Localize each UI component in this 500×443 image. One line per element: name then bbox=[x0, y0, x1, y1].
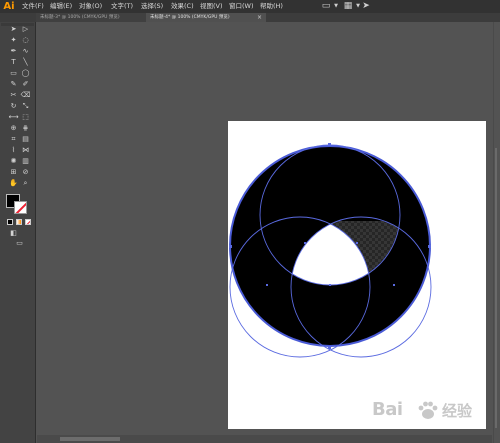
rectangle-tool-icon[interactable]: ▭ bbox=[8, 68, 19, 78]
paw-icon bbox=[418, 401, 438, 419]
tab-label: 未标题-3* @ 100% (CMYK/GPU 预览) bbox=[40, 15, 120, 20]
grid-icon[interactable]: ▦ bbox=[342, 1, 354, 12]
shape-builder-icon[interactable]: ⊕ bbox=[8, 123, 19, 133]
artwork-svg[interactable] bbox=[228, 121, 486, 429]
mesh-tool-icon[interactable]: ⌗ bbox=[8, 134, 19, 144]
tab-label: 未标题-4* @ 100% (CMYK/GPU 预览) bbox=[150, 15, 230, 20]
anchor-point[interactable] bbox=[329, 284, 331, 286]
graph-tool-icon[interactable]: ▥ bbox=[20, 156, 31, 166]
line-tool-icon[interactable]: ╲ bbox=[20, 57, 31, 67]
menu-bar: Ai 文件(F) 编辑(E) 对象(O) 文字(T) 选择(S) 效果(C) 视… bbox=[0, 0, 500, 13]
pen-tool-icon[interactable]: ✒ bbox=[8, 46, 19, 56]
anchor-point[interactable] bbox=[266, 284, 268, 286]
anchor-point[interactable] bbox=[304, 242, 306, 244]
menu-edit[interactable]: 编辑(E) bbox=[50, 0, 72, 13]
color-mode-icon[interactable] bbox=[7, 219, 13, 225]
menu-help[interactable]: 帮助(H) bbox=[260, 0, 283, 13]
send-icon[interactable]: ➤ bbox=[360, 1, 372, 12]
watermark-text: Bai bbox=[372, 399, 403, 420]
menu-file[interactable]: 文件(F) bbox=[22, 0, 44, 13]
menu-view[interactable]: 视图(V) bbox=[200, 0, 223, 13]
eraser-icon[interactable]: ⌫ bbox=[20, 90, 31, 100]
menu-select[interactable]: 选择(S) bbox=[141, 0, 163, 13]
menu-object[interactable]: 对象(O) bbox=[79, 0, 102, 13]
canvas-area[interactable] bbox=[37, 22, 492, 443]
gradient-mode-icon[interactable] bbox=[16, 219, 22, 225]
anchor-point[interactable] bbox=[328, 346, 331, 349]
document-tab-bar: 未标题-3* @ 100% (CMYK/GPU 预览) 未标题-4* @ 100… bbox=[0, 13, 500, 22]
anchor-point[interactable] bbox=[229, 245, 232, 248]
slice-tool-icon[interactable]: ⊘ bbox=[20, 167, 31, 177]
zoom-tool-icon[interactable]: ⌕ bbox=[20, 178, 31, 188]
hand-tool-icon[interactable]: ✋ bbox=[8, 178, 19, 188]
paintbrush-icon[interactable]: ✎ bbox=[8, 79, 19, 89]
screen-mode-icon[interactable]: ▭ bbox=[14, 238, 25, 248]
stroke-swatch[interactable] bbox=[14, 201, 27, 214]
anchor-point[interactable] bbox=[393, 284, 395, 286]
close-icon[interactable]: × bbox=[257, 13, 262, 22]
rotate-tool-icon[interactable]: ↻ bbox=[8, 101, 19, 111]
anchor-point[interactable] bbox=[356, 242, 358, 244]
eyedropper-icon[interactable]: ⌇ bbox=[8, 145, 19, 155]
symbol-sprayer-icon[interactable]: ✺ bbox=[8, 156, 19, 166]
anchor-point[interactable] bbox=[328, 143, 331, 146]
chevron-down-icon[interactable]: ▼ bbox=[332, 1, 340, 12]
ellipse-tool-icon[interactable]: ◯ bbox=[20, 68, 31, 78]
artboard-tool-icon[interactable]: ⊞ bbox=[8, 167, 19, 177]
scale-tool-icon[interactable]: ⤡ bbox=[20, 101, 31, 111]
gradient-tool-icon[interactable]: ▤ bbox=[20, 134, 31, 144]
curvature-tool-icon[interactable]: ∿ bbox=[20, 46, 31, 56]
width-tool-icon[interactable]: ⟷ bbox=[8, 112, 19, 122]
tab-document-3[interactable]: 未标题-3* @ 100% (CMYK/GPU 预览) bbox=[36, 13, 146, 22]
menu-text[interactable]: 文字(T) bbox=[111, 0, 133, 13]
perspective-grid-icon[interactable]: ⋕ bbox=[20, 123, 31, 133]
shaper-icon[interactable]: ✂ bbox=[8, 90, 19, 100]
none-mode-icon[interactable] bbox=[25, 219, 31, 225]
free-transform-icon[interactable]: ⬚ bbox=[20, 112, 31, 122]
lasso-icon[interactable]: ◌ bbox=[20, 35, 31, 45]
draw-mode-icon[interactable]: ◧ bbox=[8, 228, 19, 238]
tab-document-4[interactable]: 未标题-4* @ 100% (CMYK/GPU 预览) × bbox=[146, 13, 266, 22]
watermark: Bai 经验 bbox=[372, 395, 492, 427]
pencil-icon[interactable]: ✐ bbox=[20, 79, 31, 89]
direct-selection-tool-icon[interactable]: ▷ bbox=[20, 24, 31, 34]
anchor-point[interactable] bbox=[428, 245, 431, 248]
app-logo: Ai bbox=[3, 1, 15, 12]
selection-tool-icon[interactable]: ➤ bbox=[8, 24, 19, 34]
artboard[interactable] bbox=[228, 121, 486, 429]
vertical-scrollbar[interactable] bbox=[495, 148, 497, 428]
watermark-text-cn: 经验 bbox=[442, 402, 473, 420]
type-tool-icon[interactable]: T bbox=[8, 57, 19, 67]
magic-wand-icon[interactable]: ✦ bbox=[8, 35, 19, 45]
blend-tool-icon[interactable]: ⋈ bbox=[20, 145, 31, 155]
layout-icon[interactable]: ▭ bbox=[320, 1, 332, 12]
menu-effect[interactable]: 效果(C) bbox=[171, 0, 194, 13]
horizontal-scrollbar-thumb[interactable] bbox=[60, 437, 120, 441]
menu-window[interactable]: 窗口(W) bbox=[229, 0, 254, 13]
